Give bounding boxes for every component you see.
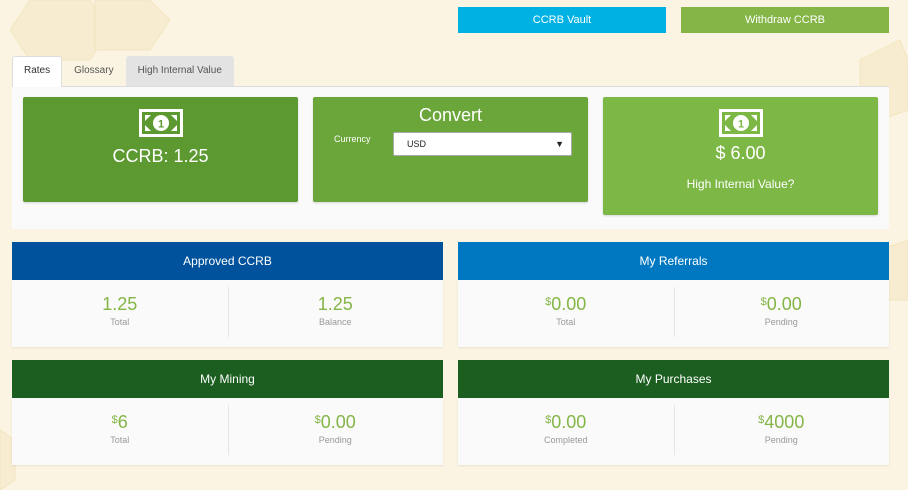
referrals-pending-amount: 0.00 — [766, 294, 802, 314]
referrals-total-amount: 0.00 — [551, 294, 587, 314]
hiv-amount: $ 6.00 — [715, 143, 766, 163]
mining-pending-label: Pending — [318, 435, 352, 445]
ccrb-rate-card: 1 CCRB: 1.25 — [23, 97, 298, 202]
tab-glossary[interactable]: Glossary — [62, 56, 125, 86]
mining-total-label: Total — [110, 435, 130, 445]
currency-symbol: $ — [760, 296, 767, 308]
referrals-total-label: Total — [556, 317, 576, 327]
approved-total-value: 1.25 — [102, 294, 138, 314]
referrals-pending: $0.00 Pending — [673, 280, 890, 347]
purchases-pending-value: $4000 — [674, 411, 890, 433]
currency-label: Currency — [334, 134, 371, 144]
currency-symbol: $ — [314, 414, 321, 426]
approved-total-label: Total — [110, 317, 130, 327]
currency-select[interactable]: USD ▼ — [393, 132, 572, 156]
my-purchases-box: My Purchases $0.00 Completed $4000 Pendi… — [458, 360, 889, 465]
mining-pending-amount: 0.00 — [320, 412, 356, 432]
my-referrals-header: My Referrals — [458, 242, 889, 280]
approved-ccrb-box: Approved CCRB 1.25 Total 1.25 Balance — [12, 242, 443, 347]
ccrb-vault-button[interactable]: CCRB Vault — [458, 7, 666, 33]
currency-symbol: $ — [545, 296, 552, 308]
my-mining-header: My Mining — [12, 360, 443, 398]
convert-title: Convert — [418, 105, 483, 125]
withdraw-ccrb-button[interactable]: Withdraw CCRB — [681, 7, 889, 33]
my-referrals-box: My Referrals $0.00 Total $0.00 Pending — [458, 242, 889, 347]
mining-total-amount: 6 — [117, 412, 128, 432]
approved-ccrb-header: Approved CCRB — [12, 242, 443, 280]
tab-rates[interactable]: Rates — [12, 56, 63, 87]
dropdown-arrow-icon: ▼ — [555, 139, 564, 149]
approved-balance: 1.25 Balance — [227, 280, 444, 347]
currency-symbol: $ — [545, 414, 552, 426]
mining-total: $6 Total — [12, 398, 228, 465]
referrals-total: $0.00 Total — [458, 280, 674, 347]
svg-text:1: 1 — [157, 119, 163, 131]
referrals-total-value: $0.00 — [458, 293, 674, 315]
mining-total-value: $6 — [12, 411, 228, 433]
approved-balance-label: Balance — [318, 317, 352, 327]
ccrb-rate-value: CCRB: 1.25 — [112, 146, 209, 166]
convert-card: Convert Currency USD ▼ — [313, 97, 588, 202]
purchases-completed-value: $0.00 — [458, 411, 674, 433]
referrals-pending-value: $0.00 — [674, 293, 890, 315]
tab-bar: Rates Glossary High Internal Value — [12, 56, 234, 87]
currency-select-value: USD — [407, 139, 427, 149]
mining-pending-value: $0.00 — [228, 411, 444, 433]
purchases-completed: $0.00 Completed — [458, 398, 674, 465]
mining-pending: $0.00 Pending — [227, 398, 444, 465]
referrals-pending-label: Pending — [764, 317, 798, 327]
tab-high-internal-value[interactable]: High Internal Value — [125, 56, 234, 86]
currency-symbol: $ — [111, 414, 118, 426]
purchases-pending: $4000 Pending — [673, 398, 890, 465]
my-purchases-header: My Purchases — [458, 360, 889, 398]
purchases-pending-label: Pending — [764, 435, 798, 445]
currency-symbol: $ — [758, 414, 765, 426]
hiv-label: High Internal Value? — [686, 177, 795, 191]
high-internal-value-card[interactable]: 1 $ 6.00 High Internal Value? — [603, 97, 878, 215]
my-mining-box: My Mining $6 Total $0.00 Pending — [12, 360, 443, 465]
purchases-completed-amount: 0.00 — [551, 412, 587, 432]
dollar-bill-icon: 1 — [138, 109, 183, 137]
dollar-bill-icon: 1 — [718, 109, 763, 137]
approved-total: 1.25 Total — [12, 280, 228, 347]
approved-balance-value: 1.25 — [317, 294, 353, 314]
purchases-pending-amount: 4000 — [764, 412, 805, 432]
purchases-completed-label: Completed — [543, 435, 588, 445]
svg-text:1: 1 — [737, 119, 743, 131]
